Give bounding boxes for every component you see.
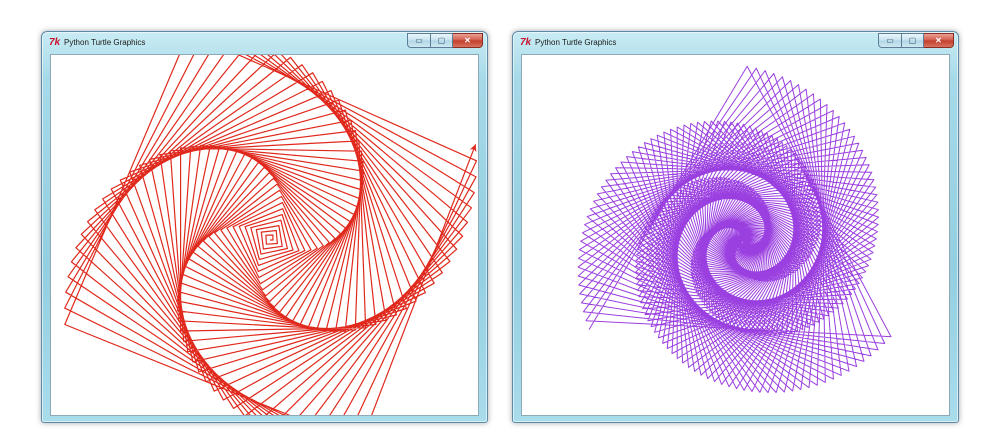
maximize-button[interactable]: ▢ [431, 33, 453, 48]
close-button[interactable]: ✕ [453, 33, 483, 48]
turtle-window-2: 7k Python Turtle Graphics ▭ ▢ ✕ [512, 31, 959, 423]
spiral-rose-drawing [577, 65, 892, 394]
tk-icon[interactable]: 7k [520, 38, 531, 48]
title-bar[interactable]: 7k Python Turtle Graphics ▭ ▢ ✕ [513, 32, 958, 54]
window-title: Python Turtle Graphics [64, 38, 146, 47]
turtle-canvas[interactable] [50, 54, 479, 416]
window-title: Python Turtle Graphics [535, 38, 617, 47]
title-bar[interactable]: 7k Python Turtle Graphics ▭ ▢ ✕ [42, 32, 487, 54]
turtle-cursor-icon [469, 144, 477, 153]
minimize-button[interactable]: ▭ [407, 33, 431, 48]
square-spiral-drawing [64, 55, 478, 415]
turtle-path [64, 55, 478, 415]
tk-icon[interactable]: 7k [49, 38, 60, 48]
turtle-path [577, 65, 892, 394]
close-button[interactable]: ✕ [924, 33, 954, 48]
turtle-canvas[interactable] [521, 54, 950, 416]
maximize-button[interactable]: ▢ [902, 33, 924, 48]
turtle-window-1: 7k Python Turtle Graphics ▭ ▢ ✕ [41, 31, 488, 423]
minimize-button[interactable]: ▭ [878, 33, 902, 48]
